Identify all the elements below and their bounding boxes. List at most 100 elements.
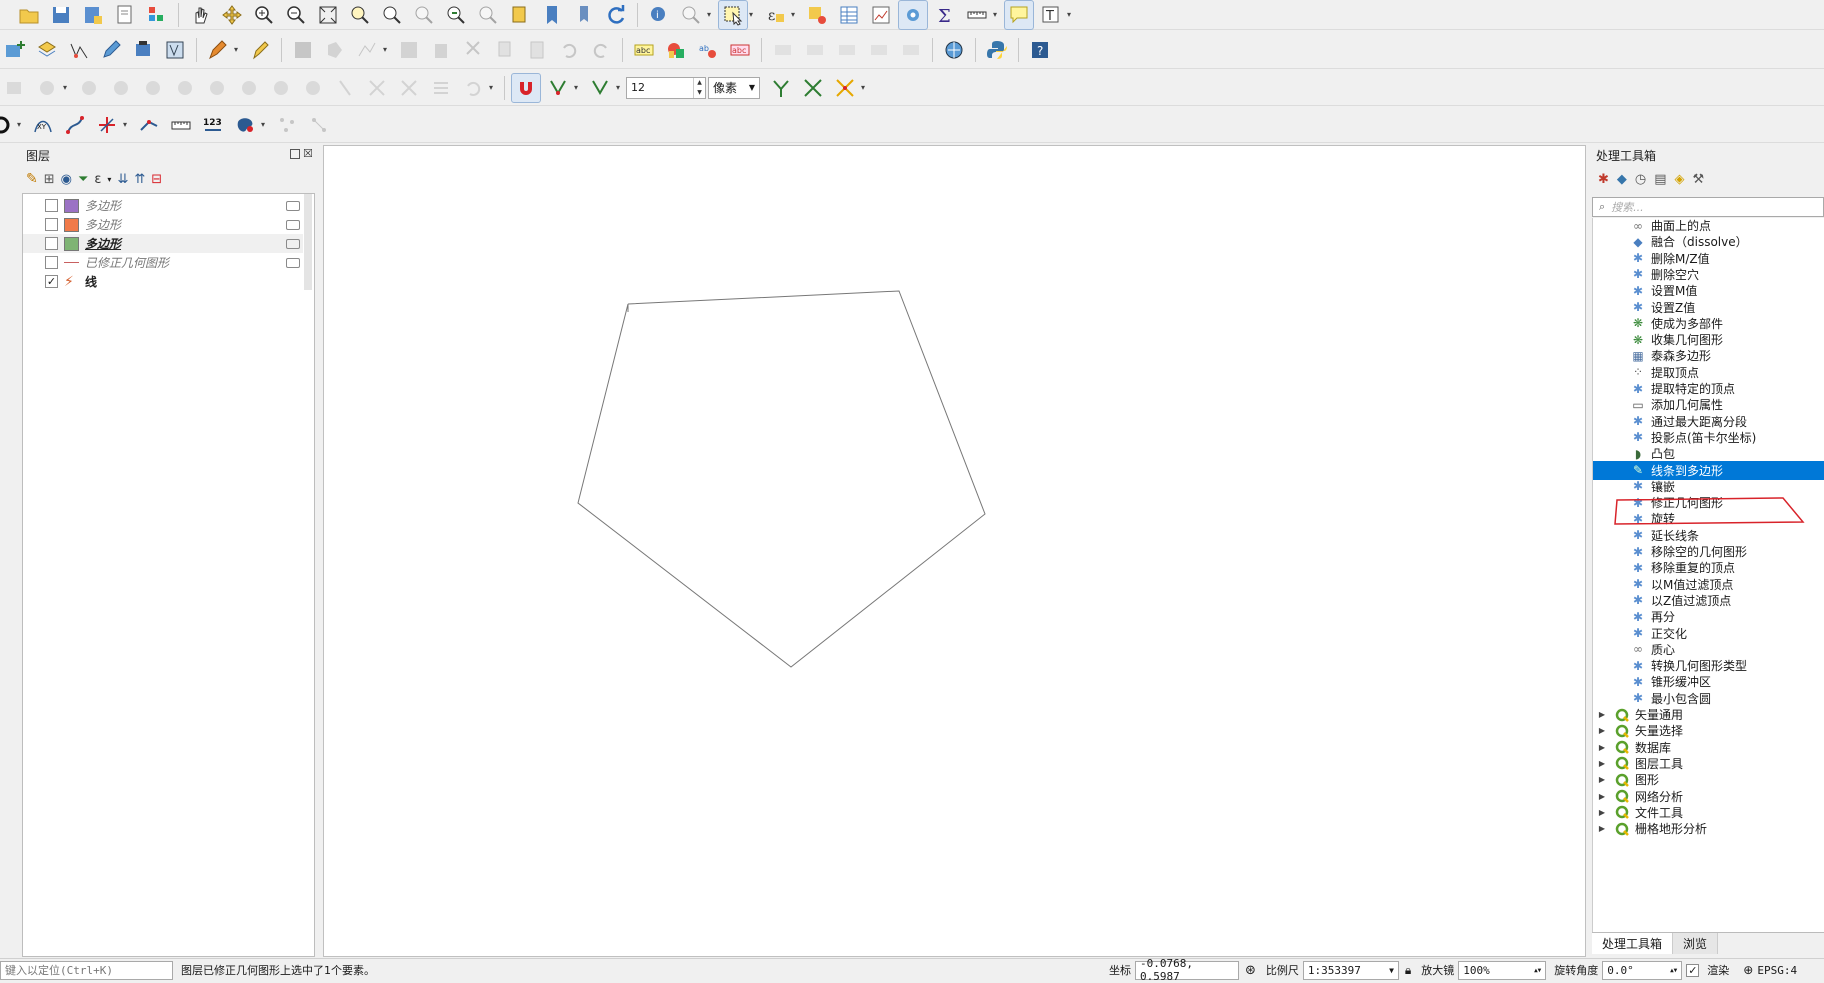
- zoom-native-icon[interactable]: [409, 0, 439, 30]
- run-action-icon[interactable]: [676, 0, 706, 30]
- expand-arrow-icon[interactable]: ▶: [1597, 710, 1607, 719]
- coordinate-field[interactable]: -0.0768, 0.5987: [1135, 957, 1239, 983]
- statistics-icon[interactable]: [866, 0, 896, 30]
- layer-indicator-icon[interactable]: [286, 219, 300, 230]
- print-layout-icon[interactable]: [110, 0, 140, 30]
- toggle-editing-icon[interactable]: [245, 35, 275, 65]
- copy-icon[interactable]: [490, 35, 520, 65]
- split-features-icon[interactable]: [298, 73, 328, 103]
- fill-ring-icon[interactable]: [74, 73, 104, 103]
- style-paint-icon[interactable]: ✎: [26, 171, 38, 187]
- offset-curve-icon[interactable]: [234, 73, 264, 103]
- render-checkbox[interactable]: ✓: [1686, 963, 1700, 977]
- layer-row-selected[interactable]: 多边形: [23, 234, 303, 253]
- globe-plugin-icon[interactable]: [939, 35, 969, 65]
- toggle-extent-icon[interactable]: ⊛: [1245, 963, 1256, 978]
- layer-visibility-checkbox[interactable]: [45, 237, 58, 250]
- reshape-icon[interactable]: [202, 73, 232, 103]
- modify-attributes-icon[interactable]: [394, 35, 424, 65]
- delete-ring-icon[interactable]: [106, 73, 136, 103]
- layer-indicator-icon[interactable]: [286, 200, 300, 211]
- new-map-view-icon[interactable]: [505, 0, 535, 30]
- layer-indicator-icon[interactable]: [286, 257, 300, 268]
- xy-digitize-icon[interactable]: XY: [28, 110, 58, 140]
- layer-visibility-checkbox[interactable]: [45, 256, 58, 269]
- python-console-icon[interactable]: [982, 35, 1012, 65]
- pan-to-selection-icon[interactable]: [217, 0, 247, 30]
- open-project-icon[interactable]: [14, 0, 44, 30]
- layer-visibility-checkbox[interactable]: [45, 199, 58, 212]
- layer-row[interactable]: ✓ ⚡ 线: [23, 272, 303, 291]
- label-show-hide-icon[interactable]: abc: [725, 35, 755, 65]
- save-as-icon[interactable]: [78, 0, 108, 30]
- lock-scale-icon[interactable]: 🔒︎: [1405, 963, 1411, 978]
- text-annotation-icon[interactable]: T: [1036, 0, 1066, 30]
- select-by-expression-icon[interactable]: ε: [760, 0, 790, 30]
- zoom-last-icon[interactable]: [441, 0, 471, 30]
- number-123-icon[interactable]: 123: [198, 110, 228, 140]
- trace-icon[interactable]: [60, 110, 90, 140]
- map-tips-icon[interactable]: [1004, 0, 1034, 30]
- snapping-magnet-icon[interactable]: [511, 72, 541, 103]
- help-icon[interactable]: ?: [1025, 35, 1055, 65]
- show-bookmarks-icon[interactable]: [569, 0, 599, 30]
- style-manager-icon[interactable]: [142, 0, 172, 30]
- data-source-manager-icon[interactable]: [160, 35, 190, 65]
- zoom-to-layer-icon[interactable]: [377, 0, 407, 30]
- visibility-eye-icon[interactable]: ◉: [61, 172, 72, 187]
- cut-icon[interactable]: [458, 35, 488, 65]
- undo-icon[interactable]: [554, 35, 584, 65]
- expand-arrow-icon[interactable]: ▶: [1597, 824, 1607, 833]
- snap-tolerance-spinbox[interactable]: 12 ▲ ▼: [626, 76, 706, 99]
- move-points-icon[interactable]: [304, 110, 334, 140]
- label-toolbar-icon[interactable]: abc: [629, 35, 659, 65]
- panel-close-icon[interactable]: ☒: [303, 147, 313, 160]
- models-icon[interactable]: ✱: [1598, 172, 1609, 187]
- filter-expression-icon[interactable]: ε: [94, 172, 101, 187]
- bookmark-icon[interactable]: [537, 0, 567, 30]
- select-features-icon[interactable]: [718, 0, 748, 30]
- attribute-table-icon[interactable]: [834, 0, 864, 30]
- paste-icon[interactable]: [522, 35, 552, 65]
- save-project-icon[interactable]: [46, 0, 76, 30]
- chevron-down-icon[interactable]: ▾: [107, 175, 111, 184]
- zoom-full-icon[interactable]: [313, 0, 343, 30]
- group-item[interactable]: ▶ 栅格地形分析: [1597, 819, 1707, 838]
- expand-arrow-icon[interactable]: ▶: [1597, 759, 1607, 768]
- virtual-layer-icon[interactable]: [128, 35, 158, 65]
- map-canvas[interactable]: [323, 145, 1586, 957]
- crs-label[interactable]: EPSG:4: [1757, 964, 1797, 977]
- tab-browser[interactable]: 浏览: [1673, 933, 1719, 954]
- sum-icon[interactable]: Σ: [930, 0, 960, 30]
- add-group-icon[interactable]: ⊞: [44, 172, 55, 187]
- expand-arrow-icon[interactable]: ▶: [1597, 792, 1607, 801]
- vertex-tool-icon[interactable]: [352, 35, 382, 65]
- diagram-icon[interactable]: [661, 35, 691, 65]
- rotate-point-icon[interactable]: [458, 73, 488, 103]
- snap-unit-combo[interactable]: 像素 ▼: [708, 76, 760, 99]
- current-edits-icon[interactable]: [203, 35, 233, 65]
- merge-features-icon[interactable]: [394, 73, 424, 103]
- add-polygon-icon[interactable]: [320, 35, 350, 65]
- refresh-icon[interactable]: [601, 0, 631, 30]
- circle-tool-icon[interactable]: [0, 110, 16, 140]
- pan-icon[interactable]: [185, 0, 215, 30]
- deselect-icon[interactable]: [802, 0, 832, 30]
- measure-icon[interactable]: [962, 0, 992, 30]
- topological-edit-icon[interactable]: [766, 73, 796, 103]
- simplify-icon[interactable]: [266, 73, 296, 103]
- label-pin-icon[interactable]: ab: [693, 35, 723, 65]
- split-parts-icon[interactable]: [330, 73, 360, 103]
- filter-legend-icon[interactable]: ⏷: [78, 172, 88, 187]
- intersection-snap-icon[interactable]: [798, 73, 828, 103]
- layer-row[interactable]: 已修正几何图形: [23, 253, 303, 272]
- add-vector-layer-icon[interactable]: [32, 35, 62, 65]
- layer-visibility-checkbox[interactable]: ✓: [45, 275, 58, 288]
- save-edits-icon[interactable]: [288, 35, 318, 65]
- expand-arrow-icon[interactable]: ▶: [1597, 743, 1607, 752]
- merge-attributes-icon[interactable]: [426, 73, 456, 103]
- pencil-layer-icon[interactable]: [96, 35, 126, 65]
- scale-combo[interactable]: 1:353397 ▼: [1302, 960, 1399, 980]
- layer-row[interactable]: 多边形: [23, 196, 303, 215]
- python-script-icon[interactable]: ◆: [1617, 172, 1627, 187]
